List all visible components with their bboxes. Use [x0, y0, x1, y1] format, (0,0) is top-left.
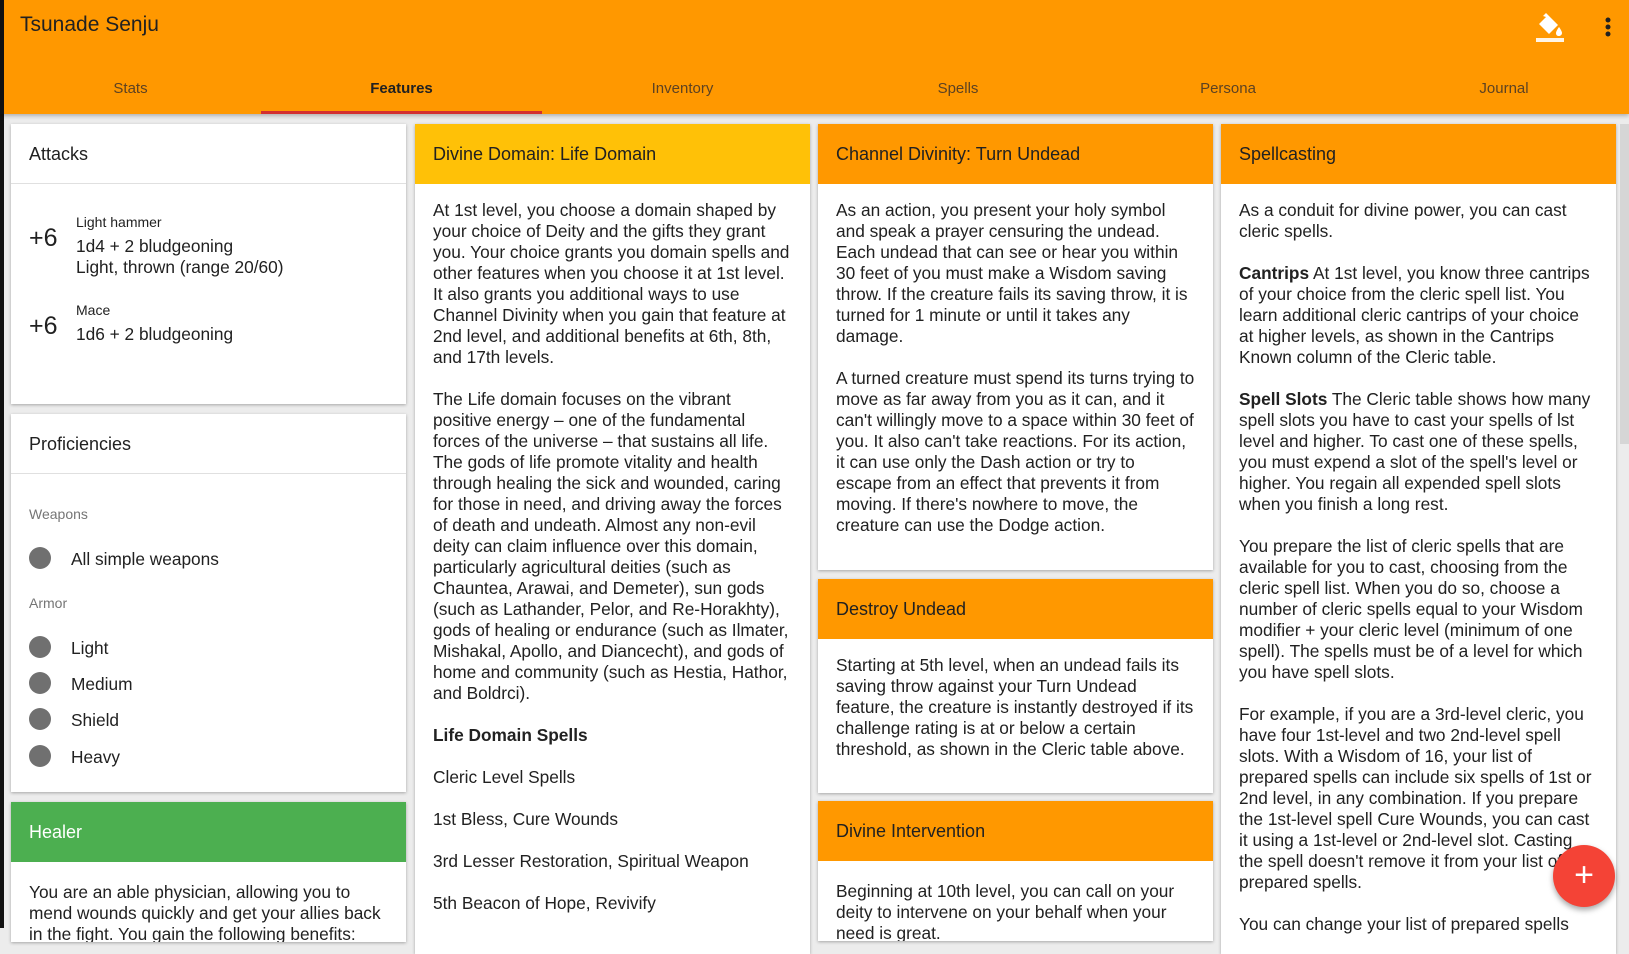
spells-heading: Life Domain Spells [433, 725, 588, 745]
proficiency-item[interactable]: Shield [29, 708, 119, 732]
feature-text: Starting at 5th level, when an undead fa… [836, 655, 1194, 759]
proficiency-item[interactable]: All simple weapons [29, 547, 219, 571]
window-edge [0, 0, 4, 114]
tab-journal[interactable]: Journal [1363, 68, 1629, 114]
feature-text: You are an able physician, allowing you … [29, 882, 381, 942]
feature-text: For example, if you are a 3rd-level cler… [1239, 704, 1592, 892]
character-name: Tsunade Senju [20, 13, 159, 36]
window-edge [0, 114, 4, 928]
proficiency-label: Light [71, 638, 109, 658]
feature-text: A turned creature must spend its turns t… [836, 368, 1195, 535]
radio-icon[interactable] [29, 708, 51, 731]
feature-text: As an action, you present your holy symb… [836, 200, 1188, 346]
radio-icon[interactable] [29, 672, 51, 695]
attack-damage: 1d4 + 2 bludgeoning [76, 236, 234, 256]
card-title: Healer [11, 802, 406, 862]
attack-name: Light hammer [76, 214, 162, 230]
spell-row: 3rd Lesser Restoration, Spiritual Weapon [433, 851, 749, 871]
feature-text: Beginning at 10th level, you can call on… [836, 881, 1175, 941]
scrollbar[interactable] [1620, 124, 1629, 444]
attack-bonus: +6 [29, 312, 58, 340]
attacks-card: Attacks +6 Light hammer 1d4 + 2 bludgeon… [11, 124, 406, 404]
proficiency-item[interactable]: Light [29, 636, 108, 660]
spell-slots-label: Spell Slots [1239, 389, 1328, 409]
proficiency-label: Shield [71, 710, 120, 730]
app-bar: Tsunade Senju Stats Features Inventory S… [0, 0, 1629, 114]
attack-properties: Light, thrown (range 20/60) [76, 257, 284, 277]
tab-spells[interactable]: Spells [823, 68, 1093, 114]
life-domain-card: Divine Domain: Life Domain At 1st level,… [415, 124, 810, 954]
proficiency-label: All simple weapons [71, 549, 219, 569]
feature-text: You prepare the list of cleric spells th… [1239, 536, 1583, 682]
feature-text: Cantrips At 1st level, you know three ca… [1239, 263, 1598, 368]
attack-damage: 1d6 + 2 bludgeoning [76, 324, 234, 344]
add-button[interactable]: + [1553, 845, 1615, 907]
divine-intervention-card: Divine Intervention Beginning at 10th le… [818, 801, 1213, 941]
spell-row: 1st Bless, Cure Wounds [433, 809, 619, 829]
card-title: Attacks [11, 124, 406, 184]
card-title: Destroy Undead [818, 579, 1213, 639]
tab-inventory[interactable]: Inventory [542, 68, 823, 114]
feature-text: At 1st level, you choose a domain shaped… [433, 200, 790, 367]
feature-text: The Life domain focuses on the vibrant p… [433, 389, 789, 703]
card-title: Divine Intervention [818, 801, 1213, 861]
spell-row: 5th Beacon of Hope, Revivify [433, 893, 656, 913]
attack-row[interactable]: +6 Light hammer 1d4 + 2 bludgeoning Ligh… [11, 194, 406, 298]
attack-name: Mace [76, 302, 111, 318]
cantrips-label: Cantrips [1239, 263, 1310, 283]
proficiencies-card: Proficiencies Weapons All simple weapons… [11, 414, 406, 792]
radio-icon[interactable] [29, 636, 51, 659]
destroy-undead-card: Destroy Undead Starting at 5th level, wh… [818, 579, 1213, 793]
feature-text: Spell Slots The Cleric table shows how m… [1239, 389, 1598, 515]
tab-stats[interactable]: Stats [0, 68, 261, 114]
proficiency-item[interactable]: Medium [29, 672, 132, 696]
add-icon: + [1574, 856, 1594, 894]
feature-text: As a conduit for divine power, you can c… [1239, 200, 1567, 241]
spellcasting-card: Spellcasting As a conduit for divine pow… [1221, 124, 1616, 954]
weapons-label: Weapons [29, 506, 88, 522]
card-title: Divine Domain: Life Domain [415, 124, 810, 184]
card-title: Spellcasting [1221, 124, 1616, 184]
proficiency-item[interactable]: Heavy [29, 745, 120, 769]
spells-table-header: Cleric Level Spells [433, 767, 576, 787]
tab-bar: Stats Features Inventory Spells Persona … [0, 68, 1629, 114]
proficiency-label: Heavy [71, 747, 120, 767]
format-color-fill-icon[interactable] [1533, 10, 1567, 44]
tab-features[interactable]: Features [261, 68, 542, 114]
turn-undead-card: Channel Divinity: Turn Undead As an acti… [818, 124, 1213, 570]
radio-icon[interactable] [29, 745, 51, 768]
card-title: Proficiencies [11, 414, 406, 474]
proficiency-label: Medium [71, 674, 133, 694]
armor-label: Armor [29, 595, 68, 611]
attack-bonus: +6 [29, 224, 58, 252]
tab-persona[interactable]: Persona [1093, 68, 1363, 114]
feature-text: You can change your list of prepared spe… [1239, 914, 1569, 934]
radio-icon[interactable] [29, 547, 51, 570]
more-vert-icon[interactable] [1596, 10, 1620, 44]
healer-card: Healer You are an able physician, allowi… [11, 802, 406, 942]
card-title: Channel Divinity: Turn Undead [818, 124, 1213, 184]
attack-row[interactable]: +6 Mace 1d6 + 2 bludgeoning [11, 298, 406, 402]
